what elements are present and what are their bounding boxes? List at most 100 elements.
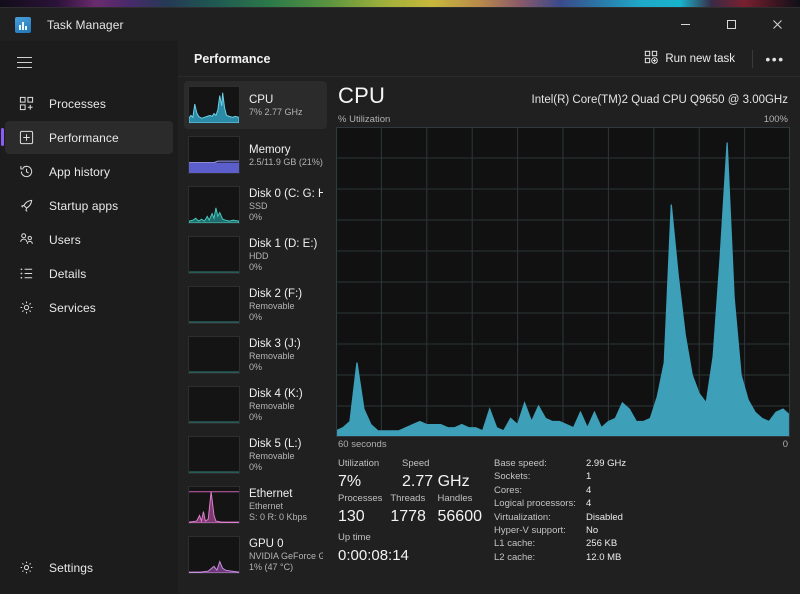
resource-line2: Removable xyxy=(249,401,295,411)
y-axis-max-label: 100% xyxy=(763,114,788,125)
resource-line3: 1% (47 °C) xyxy=(249,562,294,572)
graph-bottom-axis: 60 seconds 0 xyxy=(336,437,790,450)
resource-item-text: Disk 4 (K:) Removable 0% xyxy=(249,387,303,423)
spec-value: 12.0 MB xyxy=(586,551,622,563)
cpu-detail-panel: CPU Intel(R) Core(TM)2 Quad CPU Q9650 @ … xyxy=(330,77,800,594)
performance-icon xyxy=(15,127,37,149)
resource-item-disk-5[interactable]: Disk 5 (L:) Removable 0% xyxy=(184,431,327,479)
cpu-specs: Base speed: 2.99 GHz Sockets: 1 Cores: 4 xyxy=(490,457,788,566)
stat-value: 2.77 GHz xyxy=(402,473,470,490)
resource-name: Disk 1 (D: E:) xyxy=(249,238,318,250)
cpu-stats: Utilization 7% Speed 2.77 GHz Processes … xyxy=(336,457,790,566)
sidebar-item-label: Startup apps xyxy=(49,198,119,213)
maximize-button[interactable] xyxy=(708,8,754,41)
resource-item-gpu-0[interactable]: GPU 0 NVIDIA GeForce G... 1% (47 °C) xyxy=(184,531,327,579)
spec-key: Virtualization: xyxy=(494,511,551,523)
disk4-thumbnail-graph xyxy=(188,386,240,424)
app-title: Task Manager xyxy=(47,17,124,32)
disk2-thumbnail-graph xyxy=(188,286,240,324)
resource-item-disk-1[interactable]: Disk 1 (D: E:) HDD 0% xyxy=(184,231,327,279)
sidebar-item-details[interactable]: Details xyxy=(5,257,173,290)
minimize-button[interactable] xyxy=(662,8,708,41)
gpu-thumbnail-graph xyxy=(188,536,240,574)
resource-item-disk-4[interactable]: Disk 4 (K:) Removable 0% xyxy=(184,381,327,429)
spec-value: 256 KB xyxy=(586,538,618,550)
run-new-task-button[interactable]: Run new task xyxy=(634,46,745,72)
resource-name: Disk 2 (F:) xyxy=(249,288,303,300)
disk1-thumbnail-graph xyxy=(188,236,240,274)
run-task-icon xyxy=(644,50,659,67)
resource-line3: 0% xyxy=(249,462,263,472)
stat-threads: Threads 1778 xyxy=(390,492,429,527)
stat-value: 130 xyxy=(338,508,365,525)
resource-name: Disk 4 (K:) xyxy=(249,388,303,400)
sidebar: Processes Performance App history Startu… xyxy=(0,41,178,594)
stat-handles: Handles 56600 xyxy=(438,492,483,527)
resource-line3: S: 0 R: 0 Kbps xyxy=(249,512,308,522)
resource-line3: 0% xyxy=(249,212,263,222)
sidebar-item-label: Performance xyxy=(49,130,119,145)
stat-label: Utilization xyxy=(338,458,380,469)
spec-key: L1 cache: xyxy=(494,538,536,550)
services-icon xyxy=(15,297,37,319)
sidebar-item-users[interactable]: Users xyxy=(5,223,173,256)
sidebar-item-services[interactable]: Services xyxy=(5,291,173,324)
spec-key: Cores: xyxy=(494,484,522,496)
resource-item-memory[interactable]: Memory 2.5/11.9 GB (21%) xyxy=(184,131,327,179)
window-body: Processes Performance App history Startu… xyxy=(0,41,800,594)
stat-utilization: Utilization 7% xyxy=(338,457,394,492)
run-new-task-label: Run new task xyxy=(665,52,735,65)
resource-line2: Removable xyxy=(249,301,295,311)
disk0-thumbnail-graph xyxy=(188,186,240,224)
resource-item-ethernet[interactable]: Ethernet Ethernet S: 0 R: 0 Kbps xyxy=(184,481,327,529)
history-icon xyxy=(15,161,37,183)
close-button[interactable] xyxy=(754,8,800,41)
spec-value: 4 xyxy=(586,498,592,510)
resource-name: Memory xyxy=(249,143,291,156)
sidebar-item-settings[interactable]: Settings xyxy=(5,551,173,584)
resource-line2: 2.5/11.9 GB (21%) xyxy=(249,156,323,167)
resource-item-disk-0[interactable]: Disk 0 (C: G: H:) SSD 0% xyxy=(184,181,327,229)
resource-item-text: GPU 0 NVIDIA GeForce G... 1% (47 °C) xyxy=(249,537,323,573)
resource-line3: 0% xyxy=(249,312,263,322)
resource-item-cpu[interactable]: CPU 7% 2.77 GHz xyxy=(184,81,327,129)
sidebar-item-performance[interactable]: Performance xyxy=(1,121,173,154)
sidebar-item-startup-apps[interactable]: Startup apps xyxy=(5,189,173,222)
x-axis-left-label: 60 seconds xyxy=(338,439,387,450)
gear-icon xyxy=(15,557,37,579)
sidebar-item-label: Details xyxy=(49,266,87,281)
resource-line3: 0% xyxy=(249,412,263,422)
spec-row: L2 cache: 12.0 MB xyxy=(494,551,788,564)
resource-line2: HDD xyxy=(249,251,269,261)
resource-line2: Removable xyxy=(249,451,295,461)
window-controls xyxy=(662,8,800,41)
spec-value: No xyxy=(586,525,599,537)
resource-line2: Ethernet xyxy=(249,501,284,511)
sidebar-item-app-history[interactable]: App history xyxy=(5,155,173,188)
resource-name: GPU 0 xyxy=(249,538,284,550)
sidebar-item-label: Users xyxy=(49,232,81,247)
spec-key: Sockets: xyxy=(494,471,531,483)
pane-header: Performance Run new task ••• xyxy=(178,41,800,77)
stat-label: Speed xyxy=(402,458,430,469)
resource-line3: 0% xyxy=(249,262,263,272)
sidebar-item-processes[interactable]: Processes xyxy=(5,87,173,120)
more-options-button[interactable]: ••• xyxy=(760,46,790,72)
resource-item-text: Disk 5 (L:) Removable 0% xyxy=(249,437,301,473)
sidebar-nav-list: Processes Performance App history Startu… xyxy=(0,86,178,325)
users-icon xyxy=(15,229,37,251)
sidebar-item-label: Settings xyxy=(49,560,94,575)
cpu-utilization-graph xyxy=(336,127,790,437)
resource-item-text: CPU 7% 2.77 GHz xyxy=(249,93,303,118)
resource-item-disk-2[interactable]: Disk 2 (F:) Removable 0% xyxy=(184,281,327,329)
spec-row: Cores: 4 xyxy=(494,484,788,497)
stats-row-2: Processes 130 Threads 1778 Handles 56600 xyxy=(338,492,490,527)
stat-label: Handles xyxy=(437,493,473,504)
stat-value: 7% xyxy=(338,473,362,490)
resource-item-disk-3[interactable]: Disk 3 (J:) Removable 0% xyxy=(184,331,327,379)
y-axis-label: % Utilization xyxy=(338,114,391,125)
stats-row-1: Utilization 7% Speed 2.77 GHz xyxy=(338,457,490,492)
resource-line2: SSD xyxy=(249,201,268,211)
hamburger-menu-icon[interactable] xyxy=(4,44,44,80)
